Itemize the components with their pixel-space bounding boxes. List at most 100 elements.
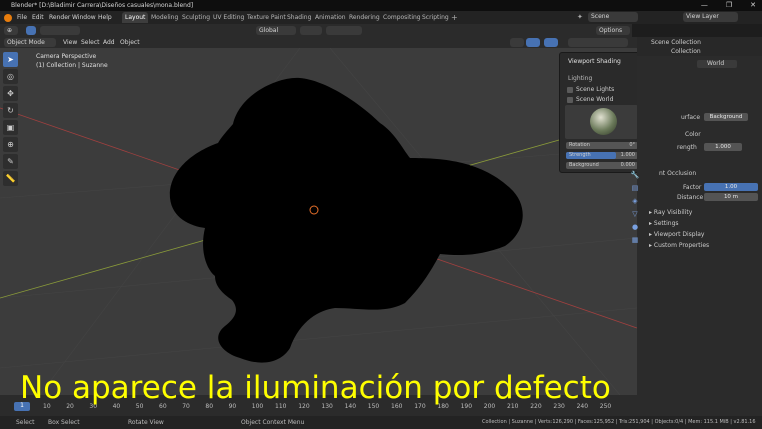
mode-dropdown[interactable]: Object Mode (4, 38, 56, 47)
menu-object[interactable]: Object (120, 39, 140, 46)
move-tool-icon[interactable]: ✥ (3, 86, 18, 101)
scene-lights-checkbox[interactable] (567, 87, 573, 93)
modifier-tab-icon[interactable]: ▽ (630, 209, 640, 219)
tab-compositing[interactable]: Compositing (380, 12, 424, 23)
select-tool-icon[interactable]: ➤ (3, 52, 18, 67)
strength-label: Strength (569, 152, 591, 158)
strength-field[interactable]: Strength 1.000 (566, 152, 638, 159)
color-label: Color (685, 131, 701, 138)
background-field[interactable]: Background 0.000 (566, 162, 638, 169)
factor-label: Factor (683, 184, 702, 191)
lighting-label: Lighting (568, 75, 593, 82)
tool-shelf: ➤ ◎ ✥ ↻ ▣ ⊕ ✎ 📏 (3, 52, 21, 188)
overlay-toggle-icon[interactable] (544, 38, 558, 47)
scene-collection-item[interactable]: Scene Collection (651, 39, 701, 46)
3d-viewport[interactable]: Camera Perspective (1) Collection | Suza… (0, 48, 637, 395)
world-tab-icon[interactable]: ● (630, 222, 640, 232)
gizmo-toggle-icon[interactable] (526, 38, 540, 47)
add-workspace-icon[interactable]: + (451, 13, 458, 22)
panel-ray-visibility-label: Ray Visibility (653, 209, 693, 216)
object-tab-icon[interactable]: ◈ (630, 196, 640, 206)
tool-header: ⊕ Global Options (0, 24, 632, 37)
suzanne-mesh (169, 77, 523, 363)
distance-field[interactable]: 10 m (704, 193, 758, 201)
pivot-dropdown[interactable] (300, 26, 322, 35)
proportional-edit-toggle[interactable] (340, 26, 362, 35)
shading-mode-buttons[interactable] (568, 38, 628, 47)
rotate-tool-icon[interactable]: ↻ (3, 103, 18, 118)
popover-title: Viewport Shading (568, 58, 621, 65)
factor-field[interactable]: 1.00 (704, 183, 758, 191)
tab-layout[interactable]: Layout (122, 12, 149, 23)
menu-help[interactable]: Help (98, 14, 112, 21)
strength-prop-field[interactable]: 1.000 (704, 143, 742, 151)
texture-tab-icon[interactable]: ▦ (630, 235, 640, 245)
viewport-header: Object Mode View Select Add Object (0, 37, 637, 48)
panel-settings[interactable]: ▸ Settings (649, 220, 679, 227)
tab-texture-paint[interactable]: Texture Paint (244, 12, 289, 23)
menu-edit[interactable]: Edit (32, 14, 44, 21)
menu-add[interactable]: Add (103, 39, 115, 46)
caption-overlay: No aparece la iluminación por defecto (20, 370, 611, 406)
status-box-select: Box Select (48, 419, 80, 426)
background-label: Background (569, 162, 599, 168)
window-title: Blender* [D:\Bladimir Carrera\Diseños ca… (11, 2, 194, 9)
scene-icon[interactable]: ✦ (577, 13, 583, 21)
tool-tab-icon[interactable]: 🔧 (630, 170, 640, 180)
menu-window[interactable]: Window (72, 14, 96, 21)
transform-tool-icon[interactable]: ⊕ (3, 137, 18, 152)
scene-world-checkbox[interactable] (567, 97, 573, 103)
panel-ray-visibility[interactable]: ▸ Ray Visibility (649, 209, 692, 216)
measure-tool-icon[interactable]: 📏 (3, 171, 18, 186)
tab-shading[interactable]: Shading (284, 12, 314, 23)
menu-render[interactable]: Render (49, 14, 70, 21)
distance-label: Distance (677, 194, 704, 201)
select-mode-icon[interactable] (26, 26, 36, 35)
status-bar: Select Box Select Rotate View Object Con… (0, 416, 762, 429)
hdri-preview[interactable] (565, 105, 638, 139)
viewport-collection-label: (1) Collection | Suzanne (36, 62, 108, 69)
menu-view[interactable]: View (63, 39, 77, 46)
tab-uv-editing[interactable]: UV Editing (210, 12, 247, 23)
status-select: Select (16, 419, 35, 426)
world-name-field[interactable]: World (697, 60, 737, 68)
tab-sculpting[interactable]: Sculpting (179, 12, 213, 23)
rotation-field[interactable]: Rotation 0° (566, 142, 638, 149)
tab-modeling[interactable]: Modeling (148, 12, 181, 23)
scale-tool-icon[interactable]: ▣ (3, 120, 18, 135)
editor-type-icon[interactable]: ⊕ (4, 26, 18, 35)
select-box-modes[interactable] (40, 26, 80, 35)
menu-select[interactable]: Select (81, 39, 100, 46)
strength-prop-label: rength (677, 144, 697, 151)
tab-scripting[interactable]: Scripting (419, 12, 452, 23)
annotate-tool-icon[interactable]: ✎ (3, 154, 18, 169)
scene-world-label: Scene World (576, 96, 614, 103)
status-stats: Collection | Suzanne | Verts:126,290 | F… (482, 419, 756, 425)
viewport-shading-popover: Viewport Shading Lighting Scene Lights S… (559, 52, 643, 173)
hdri-sphere (590, 108, 617, 135)
blender-logo-icon[interactable] (4, 14, 12, 22)
options-dropdown[interactable]: Options (596, 26, 630, 35)
visibility-icon[interactable] (510, 38, 524, 47)
status-rotate-view: Rotate View (128, 419, 164, 426)
panel-custom-properties-label: Custom Properties (653, 242, 710, 249)
close-button[interactable]: ✕ (750, 1, 756, 9)
cursor-tool-icon[interactable]: ◎ (3, 69, 18, 84)
maximize-button[interactable]: ❐ (726, 1, 732, 9)
menu-file[interactable]: File (17, 14, 27, 21)
tab-animation[interactable]: Animation (312, 12, 349, 23)
panel-custom-properties[interactable]: ▸ Custom Properties (649, 242, 709, 249)
surface-dropdown[interactable]: Background (704, 113, 748, 121)
view-layer-selector[interactable]: View Layer (683, 12, 738, 22)
render-tab-icon[interactable]: ▤ (630, 183, 640, 193)
collection-item[interactable]: Collection (671, 48, 701, 55)
viewport-camera-label: Camera Perspective (36, 53, 97, 60)
panel-viewport-display[interactable]: ▸ Viewport Display (649, 231, 704, 238)
scene-lights-label: Scene Lights (576, 86, 615, 93)
transform-orientation-dropdown[interactable]: Global (256, 26, 296, 35)
minimize-button[interactable]: — (701, 1, 708, 9)
tab-rendering[interactable]: Rendering (346, 12, 383, 23)
properties-panel: World urface Background Color rength 1.0… (637, 56, 762, 416)
menu-bar: File Edit Render Window Help Layout Mode… (0, 11, 762, 24)
scene-selector[interactable]: Scene (588, 12, 638, 22)
